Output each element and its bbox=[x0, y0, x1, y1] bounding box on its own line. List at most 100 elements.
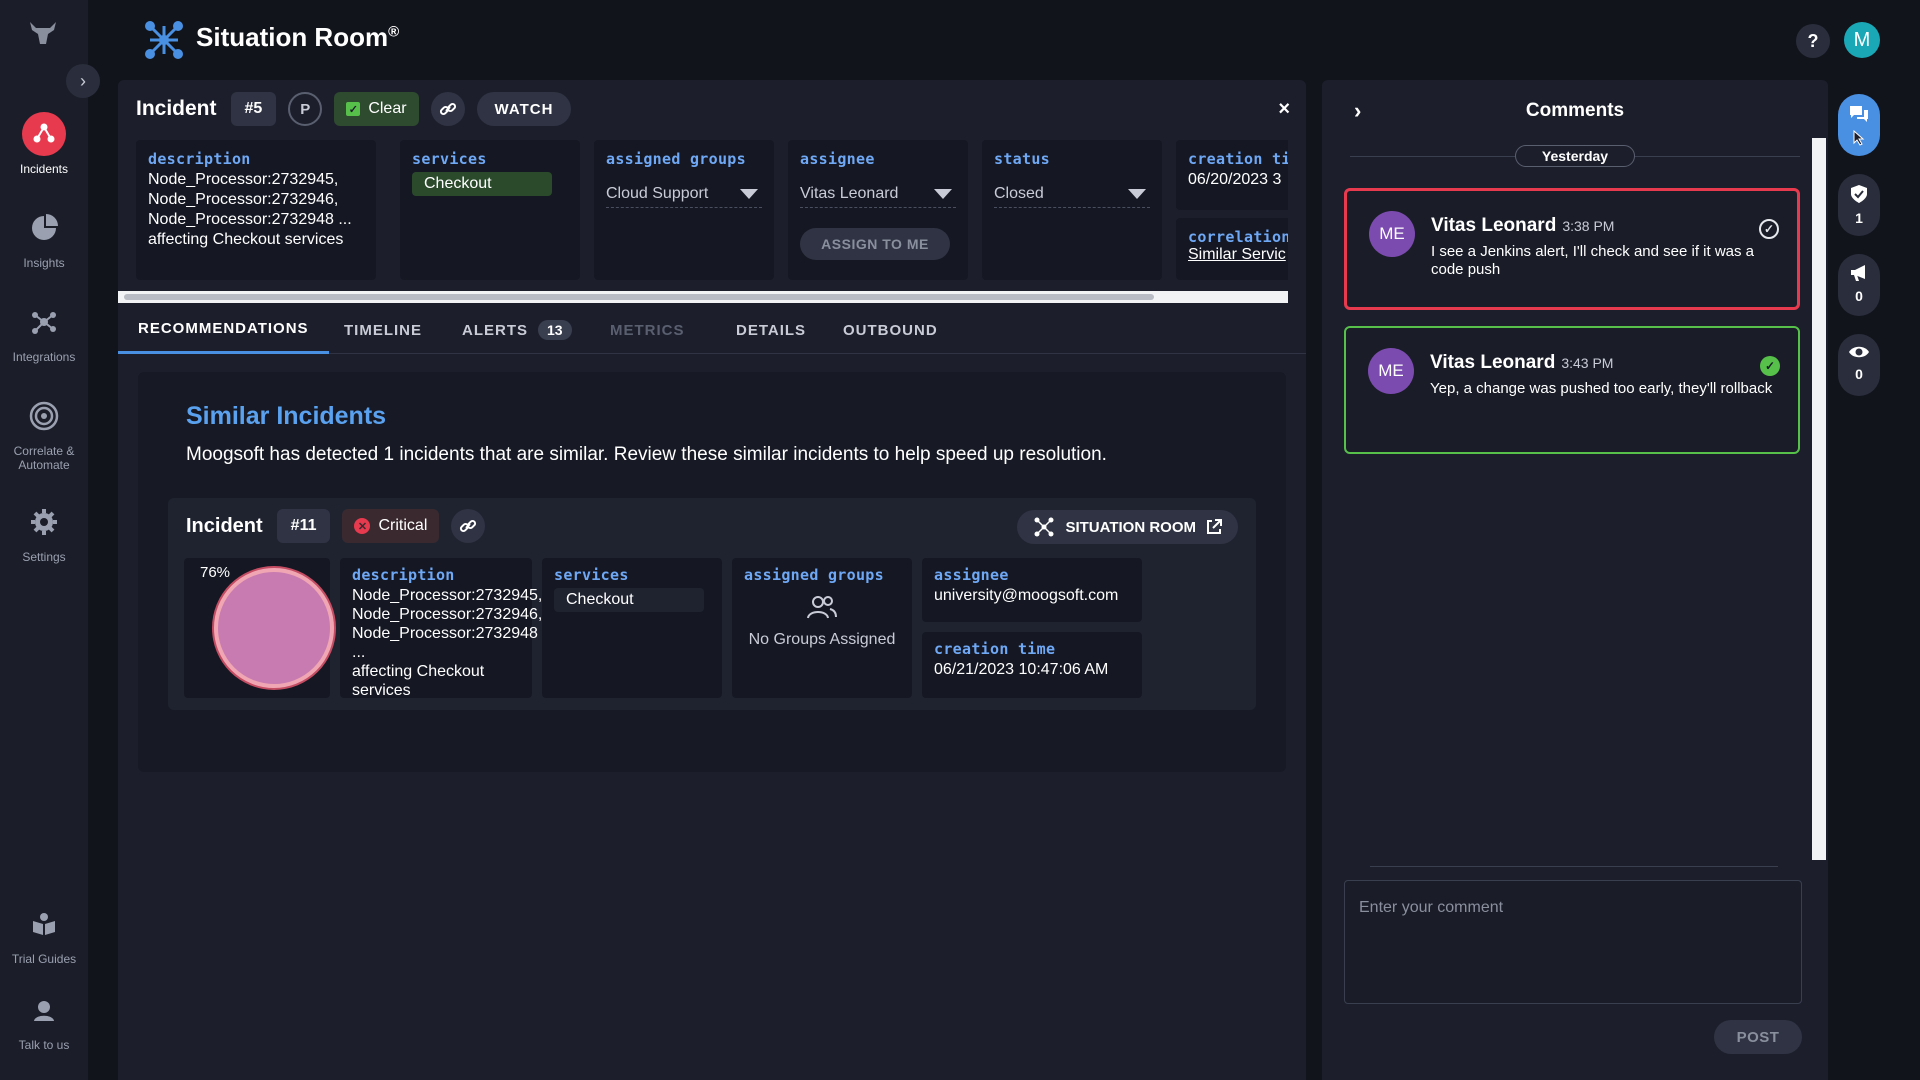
external-link-icon bbox=[1207, 519, 1222, 534]
nav-item-correlate-automate[interactable]: Correlate & Automate bbox=[0, 394, 88, 472]
comments-panel: › Comments Yesterday ME Vitas Leonard 3:3… bbox=[1322, 80, 1828, 1080]
alerts-count-badge: 13 bbox=[538, 320, 572, 340]
nav-item-talk-to-us[interactable]: Talk to us bbox=[0, 988, 88, 1052]
field-label: assigned groups bbox=[606, 150, 746, 168]
nav-item-settings[interactable]: Settings bbox=[0, 500, 88, 564]
nav-label: Settings bbox=[22, 550, 66, 564]
scrollbar-thumb[interactable] bbox=[124, 294, 1154, 300]
divider bbox=[1370, 866, 1778, 867]
assign-to-me-button[interactable]: ASSIGN TO ME bbox=[800, 228, 950, 260]
incident-header: Incident #5 P ✓ Clear WATCH bbox=[136, 92, 572, 126]
assignee-dropdown[interactable]: Vitas Leonard bbox=[800, 180, 956, 208]
status-dropdown[interactable]: Closed bbox=[994, 180, 1150, 208]
service-chip[interactable]: Checkout bbox=[412, 172, 552, 196]
description-value: Node_Processor:2732945, Node_Processor:2… bbox=[148, 171, 352, 248]
nav-item-trial-guides[interactable]: Trial Guides bbox=[0, 902, 88, 966]
support-icon bbox=[22, 988, 66, 1032]
post-button[interactable]: POST bbox=[1714, 1020, 1802, 1054]
similarity-card: 76% bbox=[184, 558, 334, 698]
status-card: status Closed bbox=[982, 140, 1162, 280]
field-label: creation time bbox=[934, 640, 1056, 658]
eye-icon bbox=[1849, 346, 1869, 358]
priority-badge[interactable]: P bbox=[288, 92, 323, 126]
comment-time: 3:38 PM bbox=[1562, 218, 1615, 234]
assignee-card: assignee university@moogsoft.com bbox=[922, 558, 1142, 622]
shield-check-icon bbox=[1851, 185, 1867, 203]
tab-alerts[interactable]: ALERTS 13 bbox=[462, 306, 572, 354]
comment-card[interactable]: ME Vitas Leonard 3:43 PM Yep, a change wa… bbox=[1344, 326, 1800, 454]
tab-details[interactable]: DETAILS bbox=[736, 306, 806, 354]
integrations-icon bbox=[22, 300, 66, 344]
no-groups-text: No Groups Assigned bbox=[748, 631, 896, 648]
creation-time-card: creation time 06/21/2023 10:47:06 AM bbox=[922, 632, 1142, 698]
help-button[interactable]: ? bbox=[1796, 24, 1830, 58]
avatar: ME bbox=[1369, 211, 1415, 257]
moogsoft-logo-icon[interactable] bbox=[26, 18, 60, 48]
nav-label: Trial Guides bbox=[11, 952, 77, 966]
cursor-icon bbox=[1853, 130, 1865, 146]
field-label: services bbox=[554, 566, 629, 584]
section-description: Moogsoft has detected 1 incidents that a… bbox=[186, 444, 1107, 465]
field-label: services bbox=[412, 150, 487, 168]
watch-button[interactable]: WATCH bbox=[476, 92, 572, 126]
field-label: description bbox=[148, 150, 251, 168]
comment-input[interactable] bbox=[1344, 880, 1802, 1004]
creation-time-value: 06/20/2023 3 bbox=[1188, 171, 1282, 188]
link-icon bbox=[439, 102, 456, 116]
horizontal-scrollbar[interactable] bbox=[118, 291, 1288, 303]
field-label: correlation bbox=[1188, 228, 1288, 246]
copy-link-button[interactable] bbox=[451, 509, 486, 543]
close-icon[interactable]: × bbox=[1278, 98, 1290, 121]
chevron-right-icon: › bbox=[80, 70, 86, 91]
creation-time-card: creation ti 06/20/2023 3 bbox=[1176, 140, 1288, 210]
chevron-down-icon bbox=[934, 188, 952, 199]
description-card: description Node_Processor:2732945, Node… bbox=[136, 140, 376, 280]
mark-resolution-icon[interactable]: ✓ bbox=[1759, 219, 1779, 239]
nav-item-incidents[interactable]: Incidents bbox=[0, 112, 88, 176]
status-badge: ✓ Clear bbox=[334, 92, 419, 126]
avatar: ME bbox=[1368, 348, 1414, 394]
comment-time: 3:43 PM bbox=[1561, 355, 1614, 371]
comment-card[interactable]: ME Vitas Leonard 3:38 PM I see a Jenkins … bbox=[1344, 188, 1800, 310]
situation-room-button[interactable]: SITUATION ROOM bbox=[1017, 510, 1238, 544]
nav-item-integrations[interactable]: Integrations bbox=[0, 300, 88, 364]
rail-count: 0 bbox=[1855, 288, 1863, 304]
target-icon bbox=[22, 394, 66, 438]
rail-comments-button[interactable] bbox=[1838, 94, 1880, 156]
incidents-icon bbox=[22, 112, 66, 156]
day-separator: Yesterday bbox=[1515, 145, 1635, 167]
assigned-groups-dropdown[interactable]: Cloud Support bbox=[606, 180, 762, 208]
field-label: assignee bbox=[934, 566, 1009, 584]
rail-announcements-button[interactable]: 0 bbox=[1838, 254, 1880, 316]
field-label: description bbox=[352, 566, 455, 584]
copy-link-button[interactable] bbox=[430, 92, 465, 126]
tab-outbound[interactable]: OUTBOUND bbox=[843, 306, 938, 354]
field-label: assignee bbox=[800, 150, 875, 168]
comment-text: Yep, a change was pushed too early, they… bbox=[1430, 380, 1773, 397]
field-label: assigned groups bbox=[744, 566, 884, 584]
correlation-card: correlation Similar Servic bbox=[1176, 218, 1288, 280]
description-value: Node_Processor:2732945, Node_Processor:2… bbox=[352, 587, 543, 699]
incident-number[interactable]: #11 bbox=[276, 509, 331, 543]
nav-label: Talk to us bbox=[18, 1038, 70, 1052]
resolution-check-icon[interactable]: ✓ bbox=[1760, 356, 1780, 376]
chevron-down-icon bbox=[1128, 188, 1146, 199]
comments-icon bbox=[1850, 106, 1868, 122]
situation-room-icon bbox=[1034, 517, 1054, 537]
comment-author: Vitas Leonard 3:43 PM bbox=[1430, 352, 1614, 373]
nav-item-insights[interactable]: Insights bbox=[0, 206, 88, 270]
comments-scrollbar[interactable] bbox=[1812, 138, 1826, 860]
users-icon bbox=[744, 594, 900, 625]
user-avatar[interactable]: M bbox=[1844, 22, 1880, 58]
page-title: Situation Room® bbox=[196, 22, 400, 52]
tab-recommendations[interactable]: RECOMMENDATIONS bbox=[118, 306, 329, 354]
rail-watchers-button[interactable]: 0 bbox=[1838, 334, 1880, 396]
nav-label: Insights bbox=[23, 256, 65, 270]
tab-timeline[interactable]: TIMELINE bbox=[344, 306, 422, 354]
field-label: creation ti bbox=[1188, 150, 1288, 168]
rail-resolution-button[interactable]: 1 bbox=[1838, 174, 1880, 236]
incident-label: Incident bbox=[136, 97, 217, 120]
comments-title: Comments bbox=[1525, 100, 1625, 121]
correlation-link[interactable]: Similar Servic bbox=[1188, 246, 1288, 264]
guide-icon bbox=[22, 902, 66, 946]
